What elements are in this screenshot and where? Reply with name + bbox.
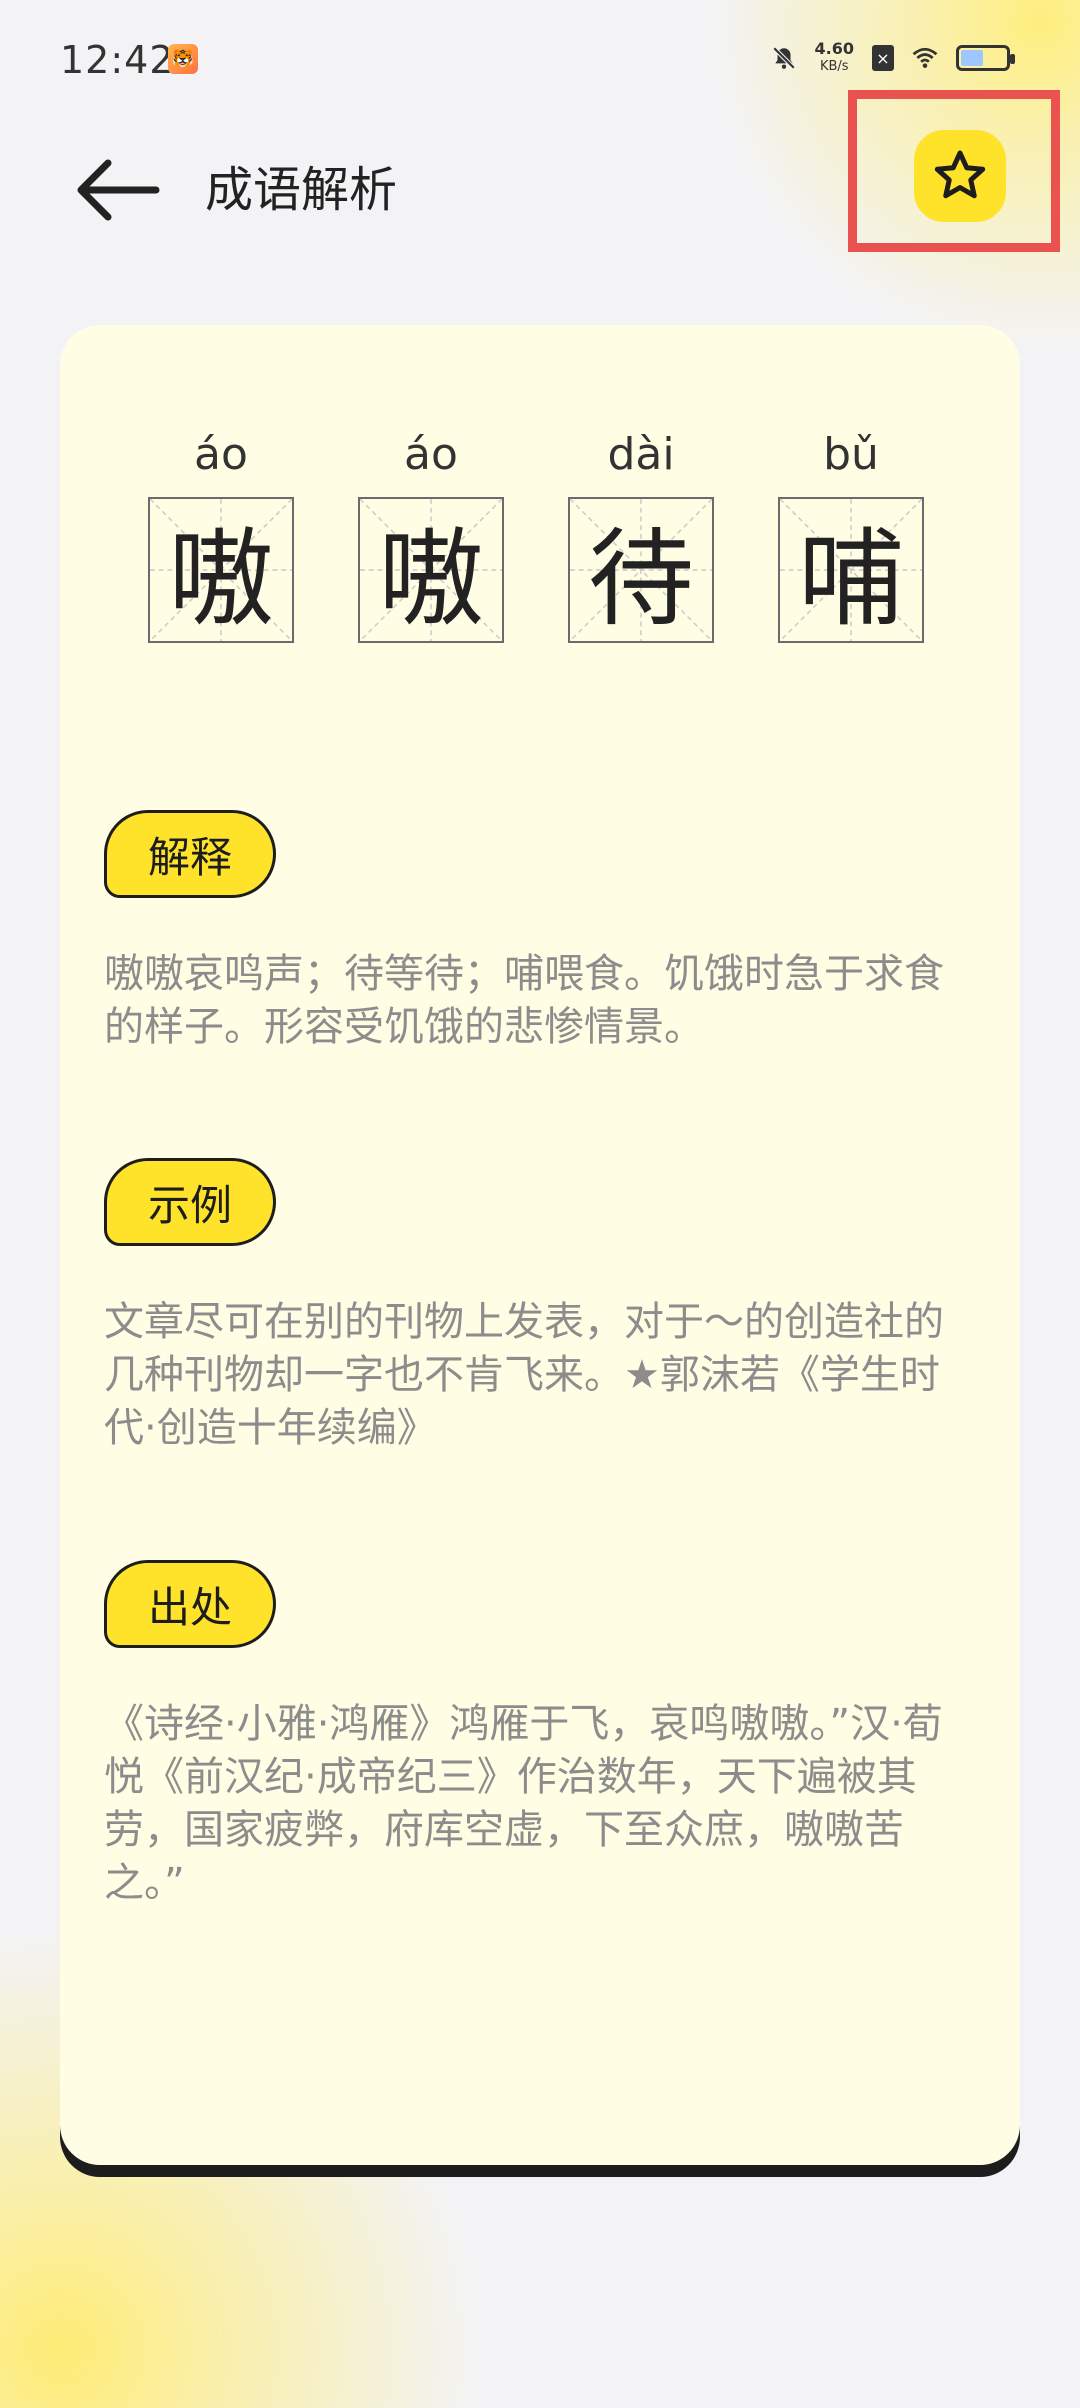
tianzige-box: 待 [568, 497, 714, 643]
status-time: 12:42 [60, 38, 175, 82]
idiom-char-2: áo 嗷 [358, 425, 504, 643]
favorite-button[interactable] [914, 130, 1006, 222]
pinyin-label: áo [194, 429, 248, 480]
mute-bell-icon [771, 45, 797, 71]
battery-level [961, 50, 983, 66]
star-icon [934, 150, 986, 199]
back-button[interactable] [62, 140, 172, 240]
notification-app-icon: 🐯 [168, 44, 198, 74]
no-sim-icon: × [872, 45, 894, 71]
wifi-icon [912, 45, 938, 71]
example-text: 文章尽可在别的刊物上发表，对于～的创造社的几种刊物却一字也不肯飞来。★郭沫若《学… [104, 1299, 944, 1451]
page-title: 成语解析 [205, 162, 398, 218]
arrow-left-icon [77, 159, 160, 221]
idiom-char-4: bǔ 哺 [778, 425, 924, 643]
tianzige-box: 嗷 [358, 497, 504, 643]
idiom-detail-screen: 12:42 🐯 4.60 KB/s × 成语解析 áo 嗷 áo 嗷 dài 待… [0, 0, 1080, 2408]
explanation-tag: 解释 [104, 810, 276, 898]
idiom-character: 待 [588, 518, 694, 641]
status-indicators: 4.60 KB/s × [771, 40, 1015, 76]
idiom-char-1: áo 嗷 [148, 425, 294, 643]
example-section: 示例 文章尽可在别的刊物上发表，对于～的创造社的几种刊物却一字也不肯飞来。★郭沫… [104, 1158, 984, 1455]
idiom-char-3: dài 待 [568, 425, 714, 643]
pinyin-label: dài [607, 429, 675, 480]
pinyin-label: áo [404, 429, 458, 480]
pinyin-label: bǔ [823, 429, 879, 480]
idiom-character: 哺 [798, 518, 904, 641]
battery-icon [956, 45, 1015, 71]
idiom-character: 嗷 [378, 518, 484, 641]
network-speed-unit: KB/s [819, 59, 849, 74]
network-speed: 4.60 KB/s [815, 40, 854, 76]
network-speed-value: 4.60 [814, 39, 854, 58]
source-tag: 出处 [104, 1560, 276, 1648]
source-section: 出处 《诗经·小雅·鸿雁》鸿雁于飞，哀鸣嗷嗷。”汉·荀悦《前汉纪·成帝纪三》作治… [104, 1560, 984, 1910]
idiom-card: áo 嗷 áo 嗷 dài 待 bǔ 哺 解释 嗷嗷哀鸣声；待等待；哺喂食。饥饿… [60, 325, 1020, 2165]
example-tag: 示例 [104, 1158, 276, 1246]
tianzige-box: 嗷 [148, 497, 294, 643]
explanation-section: 解释 嗷嗷哀鸣声；待等待；哺喂食。饥饿时急于求食的样子。形容受饥饿的悲惨情景。 [104, 810, 984, 1054]
tianzige-box: 哺 [778, 497, 924, 643]
idiom-characters: áo 嗷 áo 嗷 dài 待 bǔ 哺 [148, 425, 924, 643]
idiom-character: 嗷 [168, 518, 274, 641]
explanation-text: 嗷嗷哀鸣声；待等待；哺喂食。饥饿时急于求食的样子。形容受饥饿的悲惨情景。 [104, 951, 944, 1050]
source-text: 《诗经·小雅·鸿雁》鸿雁于飞，哀鸣嗷嗷。”汉·荀悦《前汉纪·成帝纪三》作治数年，… [104, 1701, 943, 1906]
